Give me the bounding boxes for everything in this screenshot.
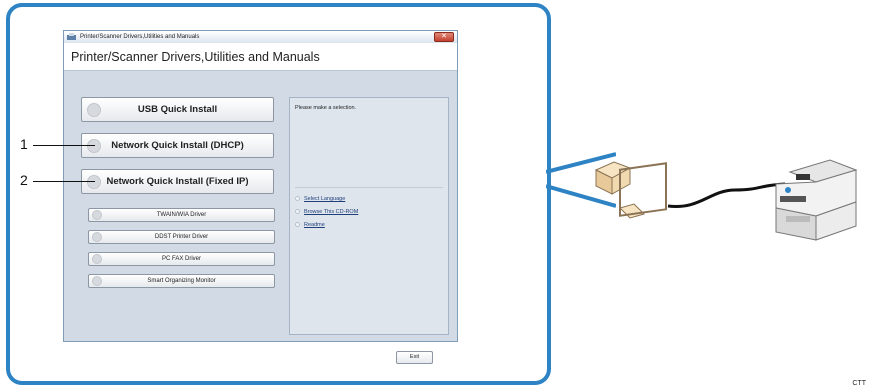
twain-wia-driver-button[interactable]: TWAIN/WIA Driver xyxy=(88,208,275,222)
readme-link[interactable]: Readme xyxy=(295,222,325,228)
figure-code: CTT xyxy=(852,380,866,387)
exit-button[interactable]: Exit xyxy=(396,351,433,364)
usb-plug xyxy=(594,161,667,219)
printer-illustration xyxy=(594,159,858,241)
cd-icon xyxy=(92,232,102,242)
printer-icon xyxy=(775,159,858,241)
window-header: Printer/Scanner Drivers,Utilities and Ma… xyxy=(64,43,457,71)
installer-window: Printer/Scanner Drivers,Utilities and Ma… xyxy=(63,30,458,364)
callout-number-1: 1 xyxy=(20,136,28,152)
link-label: Select Language xyxy=(304,196,346,202)
panel-divider xyxy=(295,187,443,188)
cd-icon xyxy=(92,276,102,286)
button-label: Smart Organizing Monitor xyxy=(147,278,216,284)
button-label: USB Quick Install xyxy=(137,104,218,115)
ddst-printer-driver-button[interactable]: DDST Printer Driver xyxy=(88,230,275,244)
callout-number-2: 2 xyxy=(20,172,28,188)
callout-leader-2 xyxy=(33,181,95,182)
app-icon xyxy=(67,33,76,40)
cd-icon xyxy=(92,210,102,220)
window-heading: Printer/Scanner Drivers,Utilities and Ma… xyxy=(71,50,320,64)
button-label: PC FAX Driver xyxy=(161,256,201,262)
info-panel: Please make a selection. Select Language… xyxy=(289,97,449,335)
select-language-link[interactable]: Select Language xyxy=(295,196,345,202)
panel-message: Please make a selection. xyxy=(295,105,357,111)
pc-fax-driver-button[interactable]: PC FAX Driver xyxy=(88,252,275,266)
usb-quick-install-button[interactable]: USB Quick Install xyxy=(81,97,274,122)
cd-icon xyxy=(92,254,102,264)
callout-leader-1 xyxy=(33,145,95,146)
browse-cd-rom-link[interactable]: Browse This CD-ROM xyxy=(295,209,358,215)
link-label: Readme xyxy=(304,222,325,228)
button-label: Network Quick Install (DHCP) xyxy=(111,140,244,151)
title-bar: Printer/Scanner Drivers,Utilities and Ma… xyxy=(64,31,457,43)
link-label: Browse This CD-ROM xyxy=(304,209,359,215)
smart-organizing-monitor-button[interactable]: Smart Organizing Monitor xyxy=(88,274,275,288)
close-button[interactable]: ✕ xyxy=(434,32,454,42)
button-label: DDST Printer Driver xyxy=(154,234,209,240)
bullet-icon xyxy=(295,196,300,202)
title-bar-text: Printer/Scanner Drivers,Utilities and Ma… xyxy=(80,34,200,40)
network-quick-install-dhcp-button[interactable]: Network Quick Install (DHCP) xyxy=(81,133,274,158)
button-label: TWAIN/WIA Driver xyxy=(156,212,207,218)
bullet-icon xyxy=(295,209,300,215)
usb-cable xyxy=(667,182,786,209)
cd-icon xyxy=(87,102,101,117)
network-quick-install-fixed-ip-button[interactable]: Network Quick Install (Fixed IP) xyxy=(81,169,274,194)
bullet-icon xyxy=(295,222,300,228)
button-label: Network Quick Install (Fixed IP) xyxy=(106,176,249,187)
